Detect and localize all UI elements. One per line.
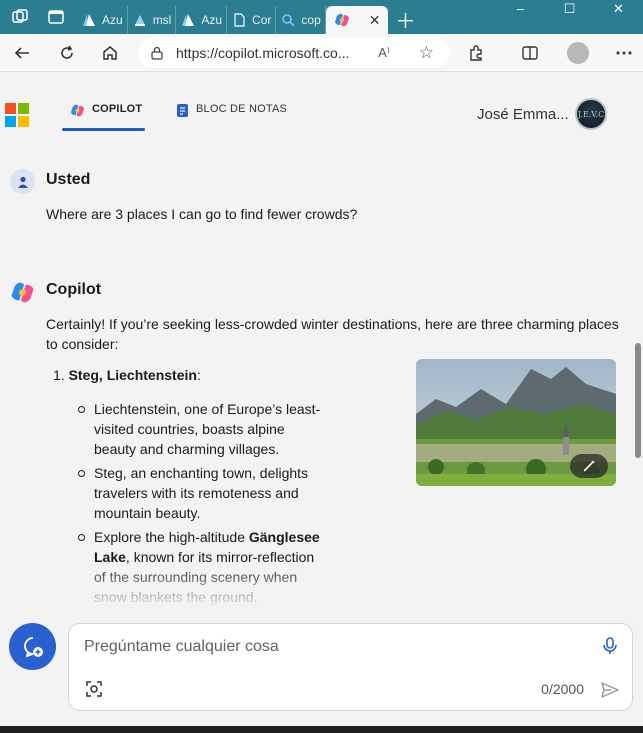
send-icon (601, 682, 619, 698)
url-text[interactable]: https://copilot.microsoft.co... (176, 45, 350, 61)
tab-actions-icon[interactable] (45, 6, 67, 28)
browser-tab[interactable]: Azu (77, 6, 128, 34)
user-avatar-icon (10, 169, 35, 194)
back-arrow-icon (14, 46, 29, 59)
app-header: COPILOT BLOC DE NOTAS José Emma... J.E.V… (0, 73, 633, 133)
magic-wand-icon (583, 460, 595, 472)
azure-icon (81, 12, 97, 28)
more-options-icon[interactable] (609, 38, 639, 68)
browser-tab-bar: Azu msl Azu Cor cop ✕ ＋ – ☐ ✕ (0, 0, 643, 34)
address-bar[interactable]: https://copilot.microsoft.co... A⁾ ☆ (138, 38, 450, 67)
send-button[interactable] (600, 680, 620, 705)
list-item: Liechtenstein, one of Europe’s least-vis… (78, 399, 328, 459)
profile-avatar-icon (567, 42, 589, 64)
copilot-avatar-icon (10, 280, 35, 305)
microphone-icon[interactable] (602, 636, 618, 661)
close-tab-icon[interactable]: ✕ (369, 12, 381, 29)
azure-icon (180, 12, 196, 28)
azure-ml-icon (132, 12, 148, 28)
profile-button[interactable] (563, 38, 593, 68)
new-topic-button[interactable] (9, 623, 56, 670)
character-count: 0/2000 (541, 681, 584, 697)
tab-notebook[interactable]: BLOC DE NOTAS (176, 97, 287, 131)
window-controls: – ☐ ✕ (496, 0, 643, 18)
browser-tab[interactable]: msl (128, 6, 177, 34)
chat-composer[interactable]: Pregúntame cualquier cosa 0/2000 (68, 623, 633, 711)
microsoft-logo-icon[interactable] (5, 103, 29, 127)
refresh-icon (61, 45, 73, 59)
copilot-icon (334, 12, 350, 28)
browser-tab[interactable]: Cor (227, 6, 277, 34)
list-item: 1. Steg, Liechtenstein: (53, 367, 201, 383)
search-icon (280, 12, 296, 28)
favorite-star-icon[interactable]: ☆ (419, 43, 434, 63)
minimize-icon[interactable]: – (496, 0, 545, 18)
browser-tab[interactable]: Azu (176, 6, 228, 34)
place-title: Steg, Liechtenstein (68, 367, 197, 383)
workspaces-icon[interactable] (9, 6, 31, 28)
new-chat-icon (23, 636, 43, 657)
scrollbar-thumb[interactable] (635, 343, 641, 458)
steg-landscape-image[interactable] (416, 359, 616, 486)
extensions-icon[interactable] (461, 38, 491, 68)
chat-input[interactable]: Pregúntame cualquier cosa (84, 638, 279, 656)
close-window-icon[interactable]: ✕ (594, 0, 643, 18)
copilot-page: COPILOT BLOC DE NOTAS José Emma... J.E.V… (0, 73, 643, 733)
list-item: Steg, an enchanting town, delights trave… (78, 463, 328, 523)
user-message-text: Where are 3 places I can go to find fewe… (46, 206, 358, 222)
copilot-message-author: Copilot (46, 281, 102, 298)
user-avatar[interactable]: J.E.V.C (575, 98, 607, 130)
home-button[interactable] (95, 38, 125, 68)
taskbar-edge (0, 726, 643, 733)
new-tab-button[interactable]: ＋ (390, 5, 420, 33)
address-toolbar: https://copilot.microsoft.co... A⁾ ☆ (0, 34, 643, 72)
tab-copilot[interactable]: COPILOT (62, 97, 145, 131)
user-message-author: Usted (46, 171, 91, 188)
scroll-fade (0, 563, 633, 605)
copilot-icon (70, 103, 85, 121)
home-icon (103, 45, 117, 60)
notebook-icon (176, 103, 189, 121)
maximize-icon[interactable]: ☐ (545, 0, 594, 18)
image-search-icon[interactable] (85, 680, 103, 703)
browser-tab[interactable]: cop (276, 6, 326, 34)
refresh-button[interactable] (52, 38, 82, 68)
copilot-intro: Certainly! If you’re seeking less-crowde… (46, 316, 619, 352)
read-aloud-icon[interactable]: A⁾ (378, 45, 390, 61)
lock-icon[interactable] (150, 46, 164, 60)
toolbar-right (453, 34, 643, 72)
split-screen-icon[interactable] (515, 38, 545, 68)
browser-tab-active[interactable]: ✕ (325, 6, 389, 34)
user-name[interactable]: José Emma... (477, 106, 569, 123)
back-button[interactable] (7, 38, 37, 68)
image-create-button[interactable] (570, 454, 608, 478)
document-icon (231, 12, 247, 28)
